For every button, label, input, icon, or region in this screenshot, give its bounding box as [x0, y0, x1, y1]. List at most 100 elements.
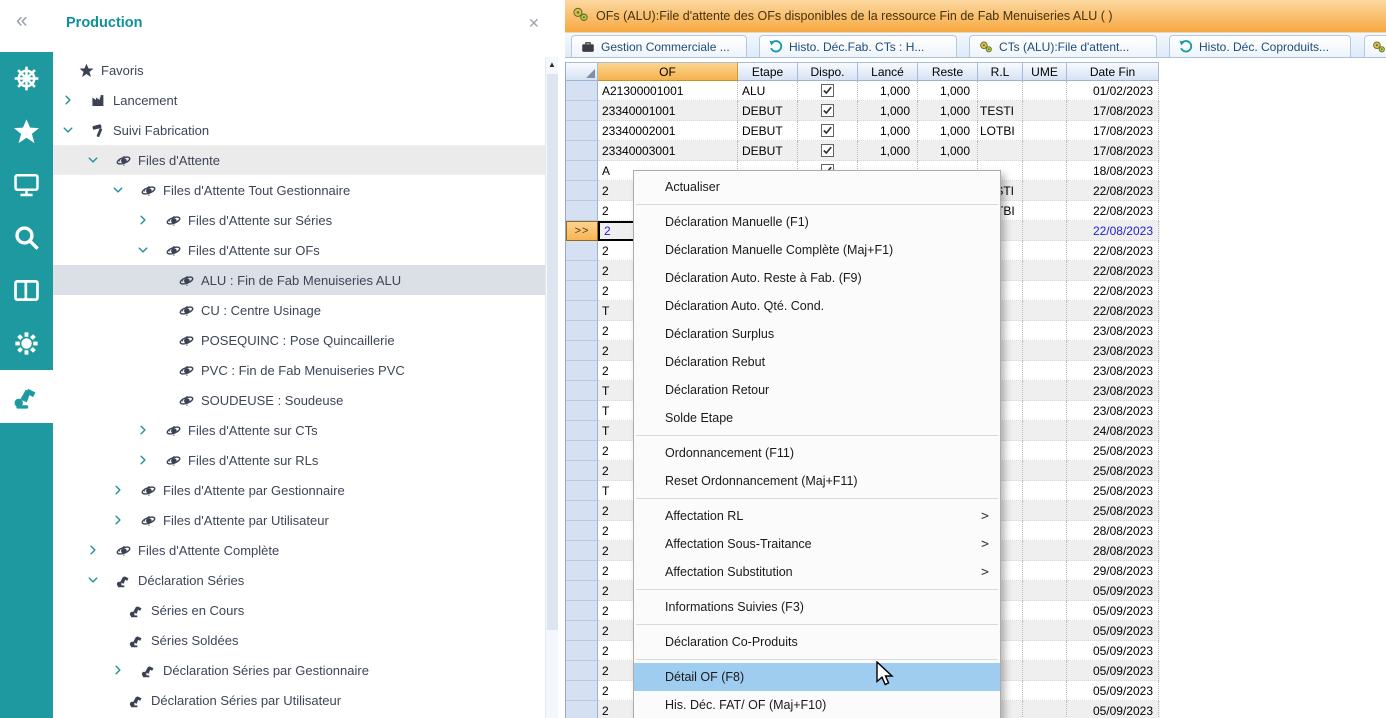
row-header-cell[interactable]	[566, 681, 598, 701]
cell-date[interactable]: 23/08/2023	[1067, 401, 1159, 421]
current-row-marker[interactable]: >>	[566, 221, 598, 241]
sidebar-item-settings[interactable]	[0, 317, 53, 370]
row-header-cell[interactable]	[566, 401, 598, 421]
tree-item[interactable]: Files d'Attente sur CTs	[53, 415, 545, 445]
cell-dispo[interactable]	[798, 141, 858, 161]
tree-item[interactable]: Files d'Attente sur OFs	[53, 235, 545, 265]
cell-ume[interactable]	[1023, 301, 1067, 321]
row-header-cell[interactable]	[566, 341, 598, 361]
cell-ume[interactable]	[1023, 81, 1067, 101]
cell-date[interactable]: 05/09/2023	[1067, 601, 1159, 621]
column-header-of[interactable]: OF	[598, 62, 738, 81]
chevron-right-icon[interactable]	[88, 545, 116, 555]
table-row[interactable]: A21300001001ALU1,0001,00001/02/2023	[566, 81, 1160, 101]
tree-item[interactable]: PVC : Fin de Fab Menuiseries PVC	[53, 355, 545, 385]
row-header-cell[interactable]	[566, 701, 598, 718]
cell-date[interactable]: 22/08/2023	[1067, 261, 1159, 281]
sidebar-item-layout[interactable]	[0, 264, 53, 317]
cell-ume[interactable]	[1023, 681, 1067, 701]
menu-item[interactable]: Déclaration Auto. Qté. Cond.	[634, 292, 1000, 320]
column-header-dispo[interactable]: Dispo.	[798, 62, 858, 81]
cell-ume[interactable]	[1023, 421, 1067, 441]
cell-date[interactable]: 25/08/2023	[1067, 501, 1159, 521]
menu-item[interactable]: Déclaration Surplus	[634, 320, 1000, 348]
row-header-cell[interactable]	[566, 601, 598, 621]
sidebar-item-favorites[interactable]	[0, 105, 53, 158]
chevron-down-icon[interactable]	[88, 155, 116, 165]
checkbox-checked[interactable]	[821, 144, 834, 157]
cell-date[interactable]: 17/08/2023	[1067, 141, 1159, 161]
menu-item[interactable]: Affectation RL>	[634, 502, 1000, 530]
menu-item[interactable]: Déclaration Manuelle Complète (Maj+F1)	[634, 236, 1000, 264]
tab-partial[interactable]	[1364, 35, 1386, 57]
chevron-down-icon[interactable]	[88, 575, 116, 585]
table-row[interactable]: 23340003001DEBUT1,0001,00017/08/2023	[566, 141, 1160, 161]
cell-etape[interactable]: DEBUT	[738, 141, 798, 161]
menu-item[interactable]: Déclaration Auto. Reste à Fab. (F9)	[634, 264, 1000, 292]
cell-ume[interactable]	[1023, 461, 1067, 481]
cell-date[interactable]: 28/08/2023	[1067, 521, 1159, 541]
cell-lance[interactable]: 1,000	[858, 121, 918, 141]
tree-item[interactable]: Séries en Cours	[53, 595, 545, 625]
row-header-cell[interactable]	[566, 301, 598, 321]
cell-ume[interactable]	[1023, 401, 1067, 421]
tree-item[interactable]: ALU : Fin de Fab Menuiseries ALU	[53, 265, 545, 295]
column-header-reste[interactable]: Reste	[918, 62, 978, 81]
menu-item[interactable]: Actualiser	[634, 173, 1000, 201]
cell-date[interactable]: 05/09/2023	[1067, 681, 1159, 701]
cell-ume[interactable]	[1023, 621, 1067, 641]
tree-item[interactable]: POSEQUINC : Pose Quincaillerie	[53, 325, 545, 355]
row-header-cell[interactable]	[566, 641, 598, 661]
sidebar-item-search[interactable]	[0, 211, 53, 264]
menu-item[interactable]: Solde Etape	[634, 404, 1000, 432]
scrollbar-thumb[interactable]	[547, 74, 558, 630]
row-header-cell[interactable]	[566, 381, 598, 401]
cell-date[interactable]: 23/08/2023	[1067, 341, 1159, 361]
tree-item[interactable]: Files d'Attente	[53, 145, 545, 175]
cell-date[interactable]: 22/08/2023	[1067, 221, 1159, 241]
tree-item[interactable]: Files d'Attente sur Séries	[53, 205, 545, 235]
cell-ume[interactable]	[1023, 141, 1067, 161]
chevron-right-icon[interactable]	[138, 215, 166, 225]
tree-scrollbar[interactable]: ▲	[545, 57, 558, 718]
row-header-cell[interactable]	[566, 141, 598, 161]
select-all-corner-cell[interactable]	[566, 62, 598, 81]
cell-date[interactable]: 22/08/2023	[1067, 301, 1159, 321]
cell-ume[interactable]	[1023, 701, 1067, 718]
tab-item-1[interactable]: Gestion Commerciale ...	[571, 35, 747, 57]
cell-date[interactable]: 22/08/2023	[1067, 281, 1159, 301]
tab-item-3[interactable]: CTs (ALU):File d'attent...	[969, 35, 1157, 57]
cell-ume[interactable]	[1023, 561, 1067, 581]
row-header-cell[interactable]	[566, 541, 598, 561]
cell-date[interactable]: 25/08/2023	[1067, 441, 1159, 461]
cell-ume[interactable]	[1023, 501, 1067, 521]
row-header-cell[interactable]	[566, 161, 598, 181]
row-header-cell[interactable]	[566, 121, 598, 141]
cell-rl[interactable]	[978, 81, 1023, 101]
row-header-cell[interactable]	[566, 261, 598, 281]
menu-item[interactable]: Déclaration Rebut	[634, 348, 1000, 376]
table-row[interactable]: 23340002001DEBUT1,0001,000LOTBI17/08/202…	[566, 121, 1160, 141]
cell-date[interactable]: 28/08/2023	[1067, 541, 1159, 561]
chevron-right-icon[interactable]	[138, 455, 166, 465]
cell-reste[interactable]: 1,000	[918, 101, 978, 121]
cell-ume[interactable]	[1023, 121, 1067, 141]
cell-of[interactable]: A21300001001	[598, 81, 738, 101]
close-icon[interactable]: ✕	[528, 15, 540, 32]
cell-ume[interactable]	[1023, 441, 1067, 461]
tree-item[interactable]: CU : Centre Usinage	[53, 295, 545, 325]
tree-item[interactable]: SOUDEUSE : Soudeuse	[53, 385, 545, 415]
cell-dispo[interactable]	[798, 121, 858, 141]
cell-date[interactable]: 23/08/2023	[1067, 381, 1159, 401]
column-header-lanc[interactable]: Lancé	[858, 62, 918, 81]
tab-item-4[interactable]: Histo. Déc. Coproduits...	[1169, 35, 1351, 57]
chevron-down-icon[interactable]	[138, 245, 166, 255]
cell-ume[interactable]	[1023, 581, 1067, 601]
chevron-right-icon[interactable]	[138, 425, 166, 435]
menu-item[interactable]: Déclaration Manuelle (F1)	[634, 208, 1000, 236]
cell-of[interactable]: 23340001001	[598, 101, 738, 121]
checkbox-checked[interactable]	[821, 124, 834, 137]
chevron-right-icon[interactable]	[113, 665, 141, 675]
row-header-cell[interactable]	[566, 481, 598, 501]
cell-date[interactable]: 05/09/2023	[1067, 701, 1159, 718]
